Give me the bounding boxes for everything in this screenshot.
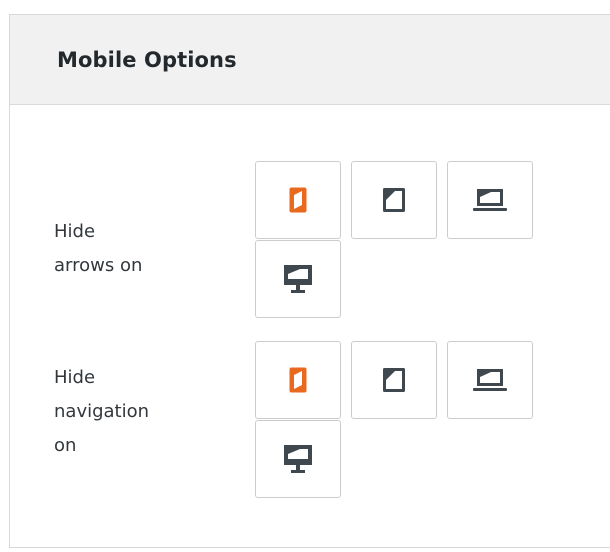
phone-icon bbox=[289, 187, 307, 213]
hide-arrows-desktop-button[interactable] bbox=[255, 240, 341, 318]
hide-arrows-phone-button[interactable] bbox=[255, 161, 341, 239]
hide-navigation-phone-button[interactable] bbox=[255, 341, 341, 419]
laptop-icon bbox=[473, 189, 507, 211]
hide-navigation-tablet-button[interactable] bbox=[351, 341, 437, 419]
panel-header: Mobile Options bbox=[10, 15, 610, 105]
hide-arrows-laptop-button[interactable] bbox=[447, 161, 533, 239]
tablet-icon bbox=[383, 368, 405, 392]
hide-arrows-label: Hide arrows on bbox=[54, 221, 143, 276]
hide-navigation-desktop-button[interactable] bbox=[255, 420, 341, 498]
hide-navigation-device-buttons bbox=[255, 341, 545, 499]
desktop-icon bbox=[284, 445, 312, 473]
tablet-icon bbox=[383, 188, 405, 212]
hide-navigation-label: Hide navigation on bbox=[54, 367, 150, 456]
laptop-icon bbox=[473, 369, 507, 391]
mobile-options-panel: Mobile Options Hide arrows on Hide navig… bbox=[9, 14, 610, 548]
hide-arrows-device-buttons bbox=[255, 161, 545, 319]
panel-title: Mobile Options bbox=[57, 47, 237, 72]
desktop-icon bbox=[284, 265, 312, 293]
hide-navigation-laptop-button[interactable] bbox=[447, 341, 533, 419]
hide-arrows-tablet-button[interactable] bbox=[351, 161, 437, 239]
phone-icon bbox=[289, 367, 307, 393]
